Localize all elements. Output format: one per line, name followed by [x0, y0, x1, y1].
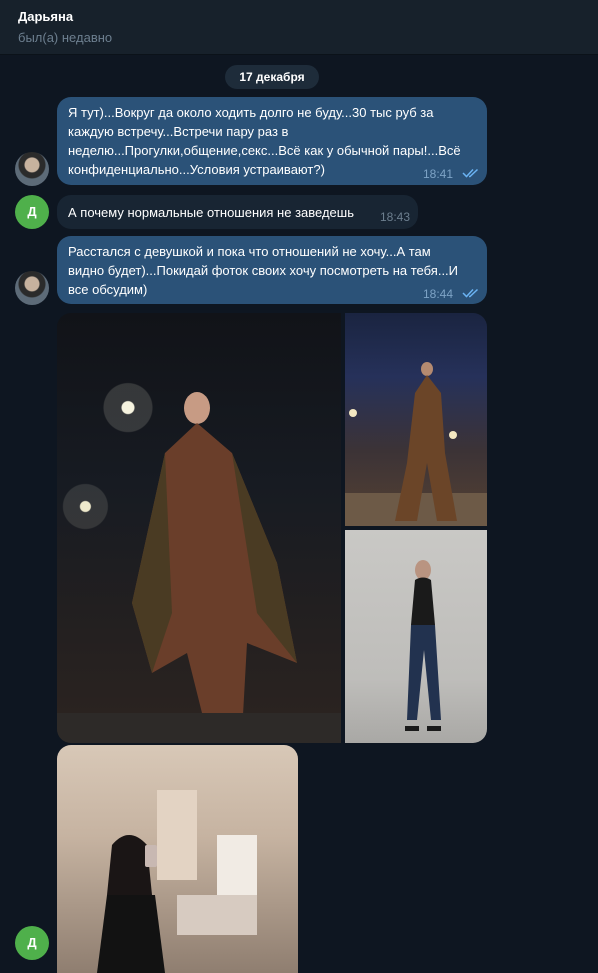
- runway-night-figure: [345, 362, 487, 526]
- message-time: 18:43: [380, 210, 411, 224]
- sender-avatar[interactable]: [15, 152, 49, 186]
- selfie-figure: [97, 790, 257, 973]
- message-line: все обсудим): [68, 282, 148, 297]
- date-separator: 17 декабря: [225, 65, 319, 89]
- message-line: А почему нормальные отношения не заведеш…: [68, 205, 354, 220]
- contact-status: был(а) недавно: [18, 30, 113, 45]
- photo-runway-night[interactable]: [345, 313, 487, 526]
- message-line: Я тут)...Вокруг да около ходить долго не…: [68, 105, 434, 120]
- message-line: конфиденциально...Условия устраивают?): [68, 162, 325, 177]
- photo-studio-jeans[interactable]: [345, 530, 487, 743]
- message-time: 18:41: [423, 167, 454, 181]
- photo-runway-large[interactable]: [57, 313, 341, 743]
- double-check-icon: [462, 288, 479, 298]
- message-bubble-incoming[interactable]: А почему нормальные отношения не заведеш…: [57, 195, 418, 229]
- message-line: каждую встречу...Встречи пару раз в: [68, 124, 289, 139]
- message-line: неделю...Прогулки,общение,секс...Всё как…: [68, 143, 461, 158]
- contact-avatar[interactable]: Д: [15, 195, 49, 229]
- message-line: видно будет)...Покидай фоток своих хочу …: [68, 263, 459, 278]
- message-line: Расстался с девушкой и пока что отношени…: [68, 244, 431, 259]
- message-bubble-outgoing[interactable]: Расстался с девушкой и пока что отношени…: [57, 236, 487, 304]
- contact-name[interactable]: Дарьяна: [18, 9, 73, 24]
- runway-figure: [57, 392, 341, 743]
- message-time: 18:44: [423, 287, 454, 301]
- double-check-icon: [462, 168, 479, 178]
- chat-window: Дарьяна был(а) недавно 17 декабря Я тут)…: [0, 0, 598, 973]
- chat-header[interactable]: Дарьяна был(а) недавно: [0, 0, 598, 55]
- studio-figure: [405, 560, 441, 731]
- photo-mirror-selfie[interactable]: [57, 745, 298, 973]
- contact-avatar[interactable]: Д: [15, 926, 49, 960]
- message-bubble-outgoing[interactable]: Я тут)...Вокруг да около ходить долго не…: [57, 97, 487, 185]
- sender-avatar[interactable]: [15, 271, 49, 305]
